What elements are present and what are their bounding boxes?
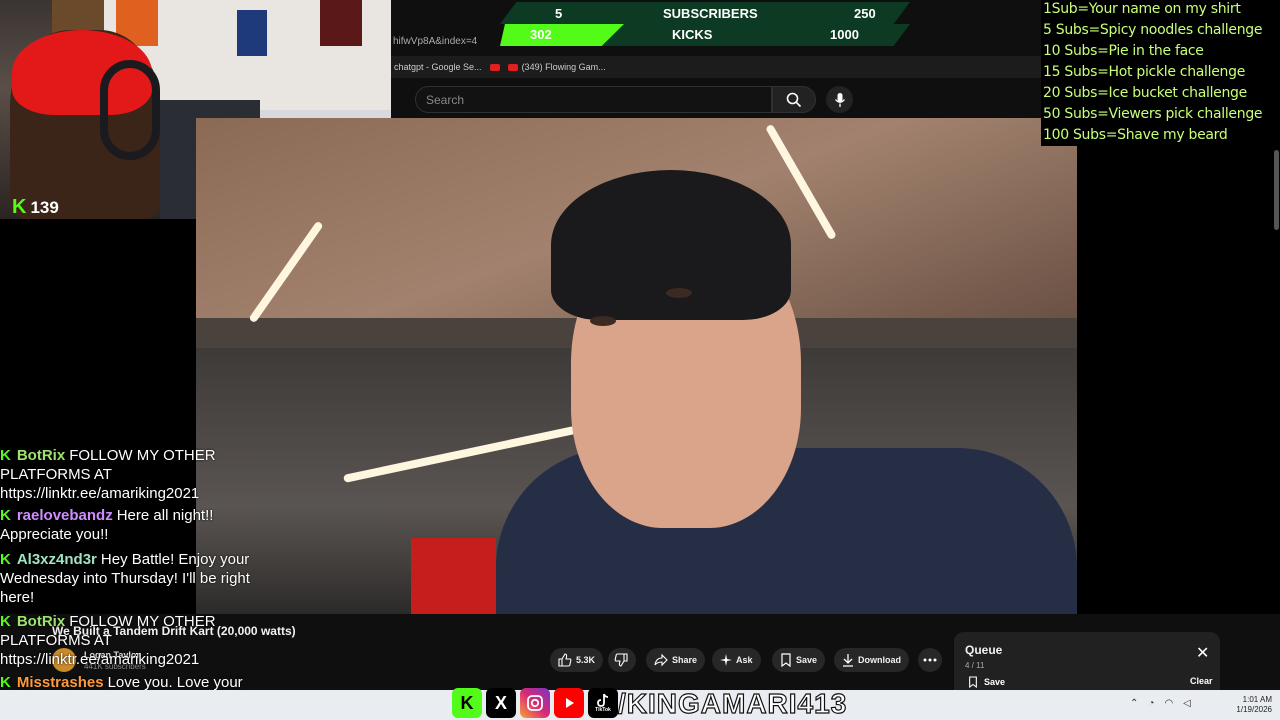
more-horizontal-icon	[923, 658, 937, 662]
black-beanie	[551, 170, 791, 320]
goal-item: 10 Subs=Pie in the face	[1043, 43, 1204, 59]
close-icon[interactable]: ✕	[1196, 646, 1209, 662]
video-player[interactable]: EZ	[196, 118, 1077, 614]
chat-username: Al3xz4nd3r	[16, 551, 97, 568]
viewer-count: K 139	[12, 196, 59, 219]
bookmark-label: chatgpt - Google Se...	[394, 62, 482, 72]
scrollbar[interactable]	[1274, 150, 1279, 230]
kick-logo-icon: K	[452, 688, 482, 718]
anime-poster	[237, 10, 267, 56]
volume-icon[interactable]: ◁	[1183, 698, 1191, 709]
microphone-icon	[834, 92, 845, 107]
x-logo-icon: X	[486, 688, 516, 718]
tiktok-label: TikTok	[595, 707, 611, 713]
goal-item: 5 Subs=Spicy noodles challenge	[1043, 22, 1263, 38]
clock-time: 1:01 AM	[1242, 695, 1272, 704]
more-actions-button[interactable]	[918, 648, 942, 672]
voice-search-button[interactable]	[826, 86, 853, 113]
streamer-handle: /KINGAMARI413	[617, 687, 848, 719]
bookmark-flowing-games[interactable]: (349) Flowing Gam...	[507, 62, 606, 72]
dark-poster	[320, 0, 362, 46]
thumbs-down-icon	[614, 653, 628, 667]
queue-save-button[interactable]: Save	[968, 676, 1005, 688]
bookmark-youtube[interactable]	[489, 63, 500, 71]
thumbs-up-icon	[558, 653, 572, 667]
chat-username: Misstrashes	[16, 674, 104, 691]
chevron-up-icon[interactable]: ⌃	[1130, 698, 1138, 709]
system-tray: ⌃ ◔ ◠ ◁	[1130, 698, 1191, 709]
like-count: 5.3K	[576, 655, 596, 665]
ask-label: Ask	[736, 655, 753, 665]
queue-clear-button[interactable]: Clear	[1190, 676, 1213, 686]
taskbar-clock[interactable]: 1:01 AM 1/19/2026	[1226, 695, 1272, 715]
download-icon	[843, 654, 853, 667]
bookmark-label: (349) Flowing Gam...	[521, 62, 606, 72]
share-label: Share	[672, 655, 698, 665]
search-input[interactable]: Search	[415, 86, 772, 113]
kick-badge-icon: K	[0, 613, 11, 630]
chat-message: K Al3xz4nd3r Hey Battle! Enjoy your Wednes…	[0, 550, 270, 607]
subs-target: 250	[854, 6, 876, 21]
ask-button[interactable]: Ask	[712, 648, 761, 672]
clock-date: 1/19/2026	[1236, 705, 1272, 714]
chat-message: K BotRix FOLLOW MY OTHER PLATFORMS AT http…	[0, 612, 270, 669]
kicks-current: 302	[530, 27, 552, 42]
goal-item: 1Sub=Your name on my shirt	[1043, 1, 1241, 17]
youtube-icon	[554, 688, 584, 718]
subs-current: 5	[555, 6, 563, 21]
wifi-icon[interactable]: ◠	[1164, 698, 1173, 709]
eye	[666, 288, 692, 298]
sparkle-icon	[720, 654, 732, 666]
instagram-icon	[520, 688, 550, 718]
save-button[interactable]: Save	[772, 648, 826, 672]
queue-title: Queue	[965, 643, 1003, 657]
share-arrow-icon	[654, 653, 668, 667]
search-button[interactable]	[772, 86, 816, 113]
download-button[interactable]: Download	[834, 648, 909, 672]
chat-message: Kraelovebandz Here all night!! Appreciate…	[0, 506, 270, 544]
goal-item: 20 Subs=Ice bucket challenge	[1043, 85, 1247, 101]
kick-badge-icon: K	[0, 447, 11, 464]
bookmarks-bar: chatgpt - Google Se... (349) Flowing Gam…	[391, 56, 1041, 78]
tiktok-icon: TikTok	[588, 688, 618, 718]
bookmark-chatgpt[interactable]: chatgpt - Google Se...	[394, 62, 482, 72]
goal-item: 50 Subs=Viewers pick challenge	[1043, 106, 1263, 122]
network-icon[interactable]: ◔	[1148, 698, 1154, 709]
kicks-label: KICKS	[672, 27, 713, 42]
save-label: Save	[796, 655, 818, 665]
queue-panel: Queue 4 / 11 ✕ Save Clear	[954, 632, 1220, 690]
sub-goal-widget: 5 SUBSCRIBERS 250 302 KICKS 1000	[500, 0, 910, 46]
sub-goals-list: 1Sub=Your name on my shirt 5 Subs=Spicy …	[1041, 0, 1280, 146]
youtube-icon	[507, 63, 518, 71]
youtube-icon	[489, 63, 500, 71]
chat-username: BotRix	[16, 447, 66, 464]
viewer-count-value: 139	[30, 197, 59, 217]
headset	[100, 60, 160, 160]
share-button[interactable]: Share	[646, 648, 706, 672]
bookmark-icon	[969, 676, 977, 688]
bookmark-icon	[781, 653, 791, 667]
goal-item: 15 Subs=Hot pickle challenge	[1043, 64, 1246, 80]
chat-message: K BotRix FOLLOW MY OTHER PLATFORMS AT http…	[0, 446, 270, 503]
queue-count: 4 / 11	[965, 661, 985, 670]
download-label: Download	[858, 655, 901, 665]
kick-badge-icon: K	[0, 507, 11, 524]
eye	[590, 316, 616, 326]
kicks-target: 1000	[830, 27, 859, 42]
url-fragment[interactable]: hifwVp8A&index=4	[393, 36, 477, 47]
kick-logo-icon: K	[12, 196, 27, 218]
chat-username: BotRix	[16, 613, 66, 630]
goal-item: 100 Subs=Shave my beard	[1043, 127, 1228, 143]
queue-save-label: Save	[984, 677, 1006, 687]
chat-username: raelovebandz	[16, 507, 113, 524]
like-button[interactable]: 5.3K	[550, 648, 604, 672]
kick-badge-icon: K	[0, 674, 11, 691]
red-tool-chest	[411, 538, 496, 614]
social-links: K X TikTok	[452, 688, 618, 718]
person-shirt	[496, 448, 1077, 614]
dislike-button[interactable]	[608, 648, 636, 672]
kick-badge-icon: K	[0, 551, 11, 568]
subs-label: SUBSCRIBERS	[663, 6, 758, 21]
search-icon	[786, 92, 802, 107]
